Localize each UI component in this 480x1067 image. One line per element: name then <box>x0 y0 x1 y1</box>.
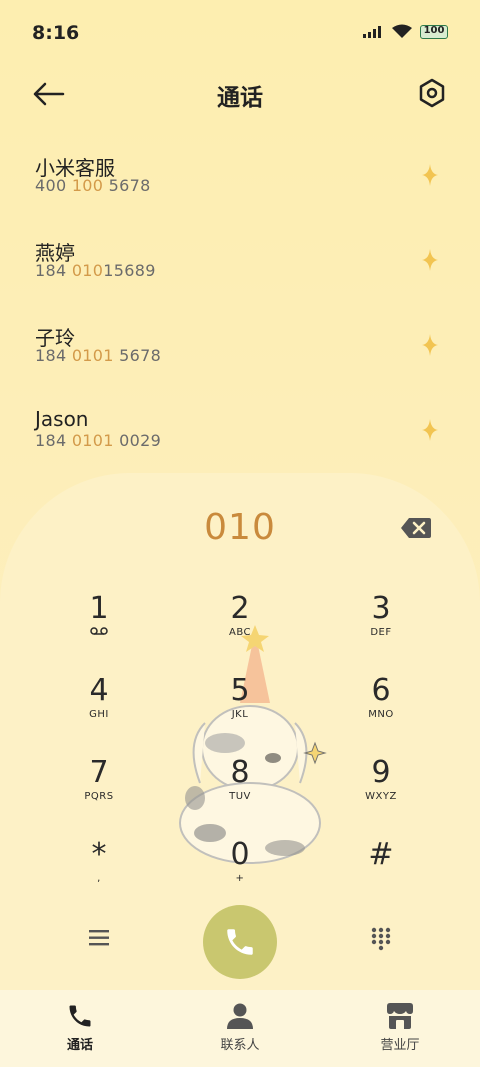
key-2[interactable]: 2 ABC <box>195 591 285 661</box>
key-1[interactable]: 1 <box>54 591 144 661</box>
battery-icon: 100 <box>420 24 448 39</box>
settings-icon[interactable] <box>418 78 446 108</box>
contact-name: 燕婷 <box>35 241 75 265</box>
sparkle-icon[interactable] <box>422 334 438 356</box>
contact-name: 子玲 <box>35 326 75 350</box>
contact-row[interactable]: 子玲 184 0101 5678 <box>0 310 480 395</box>
dialpad-panel: 010 1 2 ABC 3 DEF 4 GHI 5 JKL 6 MNO 7 PQ… <box>0 473 480 993</box>
store-icon <box>387 1003 413 1029</box>
nav-calls[interactable]: 通话 <box>20 1002 140 1053</box>
nav-store[interactable]: 营业厅 <box>340 1002 460 1053</box>
contact-number: 184 0101 5678 <box>35 346 162 365</box>
phone-icon <box>69 1005 91 1027</box>
backspace-icon[interactable] <box>400 517 432 539</box>
nav-calls-label: 通话 <box>66 1038 93 1053</box>
key-hash[interactable]: # <box>336 837 426 907</box>
nav-contacts-label: 联系人 <box>220 1038 260 1053</box>
signal-icon <box>363 25 381 38</box>
sparkle-icon[interactable] <box>422 419 438 441</box>
nav-store-label: 营业厅 <box>380 1038 420 1053</box>
contact-name: 小米客服 <box>35 156 115 180</box>
phone-icon <box>227 929 253 955</box>
status-icons: 100 <box>362 24 448 39</box>
key-8[interactable]: 8 TUV <box>195 755 285 825</box>
status-time: 8:16 <box>32 22 80 44</box>
key-star[interactable]: * , <box>54 837 144 907</box>
keypad-icon[interactable] <box>371 927 391 951</box>
page-title: 通话 <box>217 85 263 111</box>
contact-number: 184 01015689 <box>35 261 156 280</box>
call-button[interactable] <box>203 905 277 979</box>
key-5[interactable]: 5 JKL <box>195 673 285 743</box>
sparkle-icon[interactable] <box>422 164 438 186</box>
key-7[interactable]: 7 PQRS <box>54 755 144 825</box>
person-icon <box>227 1003 253 1029</box>
battery-level: 100 <box>423 24 445 36</box>
menu-icon[interactable] <box>88 929 110 947</box>
bottom-nav: 通话 联系人 营业厅 <box>0 990 480 1067</box>
key-3[interactable]: 3 DEF <box>336 591 426 661</box>
key-4[interactable]: 4 GHI <box>54 673 144 743</box>
contact-row[interactable]: Jason 184 0101 0029 <box>0 395 480 480</box>
key-9[interactable]: 9 WXYZ <box>336 755 426 825</box>
contact-number: 184 0101 0029 <box>35 431 162 450</box>
status-bar: 8:16 100 <box>0 0 480 68</box>
key-6[interactable]: 6 MNO <box>336 673 426 743</box>
wifi-icon <box>392 24 412 38</box>
voicemail-icon <box>90 627 108 635</box>
sparkle-icon[interactable] <box>422 249 438 271</box>
contact-list: 小米客服 400 100 5678 燕婷 184 01015689 子玲 184… <box>0 140 480 480</box>
key-0[interactable]: 0 + <box>195 837 285 907</box>
contact-row[interactable]: 小米客服 400 100 5678 <box>0 140 480 225</box>
contact-number: 400 100 5678 <box>35 176 151 195</box>
header: 通话 <box>0 72 480 116</box>
nav-contacts[interactable]: 联系人 <box>180 1002 300 1053</box>
contact-row[interactable]: 燕婷 184 01015689 <box>0 225 480 310</box>
contact-name: Jason <box>35 407 89 431</box>
